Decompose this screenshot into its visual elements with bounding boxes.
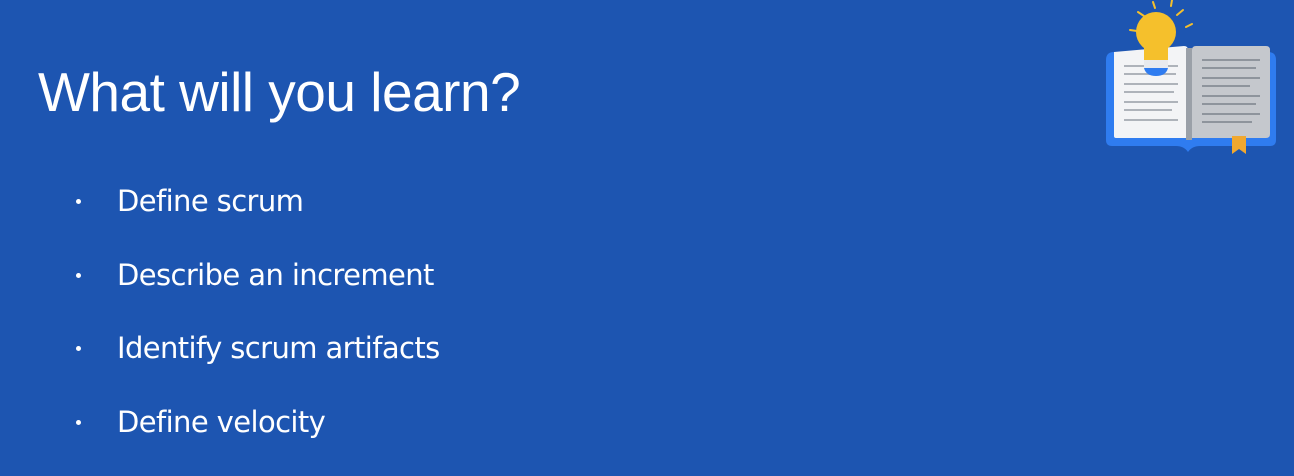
list-item: Describe an increment: [0, 255, 600, 295]
list-item: Identify scrum artifacts: [0, 328, 600, 368]
bullet-text: Define scrum: [117, 184, 304, 218]
book-spine: [1186, 48, 1192, 140]
list-item: Define scrum: [0, 181, 600, 221]
bullet-text: Identify scrum artifacts: [117, 331, 440, 365]
slide: What will you learn? Define scrum Descri…: [0, 0, 1294, 476]
slide-title: What will you learn?: [38, 61, 521, 123]
bookmark-icon: [1232, 136, 1246, 154]
bullet-icon: [76, 273, 81, 278]
bullet-text: Describe an increment: [117, 258, 434, 292]
bullet-icon: [76, 346, 81, 351]
list-item: Define velocity: [0, 402, 600, 442]
bullet-icon: [76, 199, 81, 204]
bullet-text: Define velocity: [117, 405, 326, 439]
bullet-icon: [76, 420, 81, 425]
book-with-lightbulb-icon: [1106, 0, 1276, 154]
